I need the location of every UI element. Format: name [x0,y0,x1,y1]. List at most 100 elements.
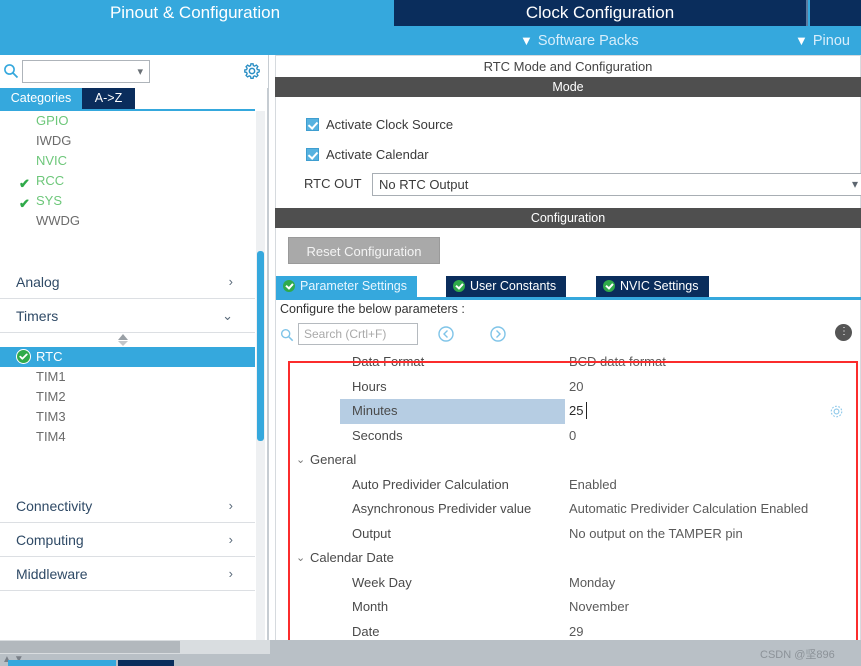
sidebar-view-tabs: Categories A->Z [0,88,268,109]
sidebar-search-combo[interactable]: ▾ [22,60,150,83]
panel-title: RTC Mode and Configuration [275,55,861,77]
chevron-right-icon: › [228,274,233,289]
parameter-value[interactable]: 20 [569,375,583,400]
sidebar-tab-categories[interactable]: Categories [0,88,82,109]
sidebar-item-sys[interactable]: ✔ SYS [0,191,255,211]
table-row[interactable]: Month November [280,595,858,620]
gear-icon[interactable] [243,62,261,80]
reset-configuration-label: Reset Configuration [306,244,422,259]
sidebar-item-tim2-label: TIM2 [36,389,66,404]
parameter-value[interactable]: No output on the TAMPER pin [569,522,743,547]
parameter-name: Hours [352,378,387,394]
sidebar-item-wwdg[interactable]: WWDG [0,211,255,231]
list-scroll-up-indicator[interactable] [0,333,255,347]
parameter-group-calendar-date[interactable]: ⌄ Calendar Date [280,546,858,571]
tab-pinout-configuration[interactable]: Pinout & Configuration [0,0,390,26]
activate-clock-source-label: Activate Clock Source [326,117,454,132]
parameter-search-placeholder: Search (Crtl+F) [304,327,387,341]
tab-clock-configuration[interactable]: Clock Configuration [394,0,806,26]
parameter-search-input[interactable]: Search (Crtl+F) [298,323,418,345]
table-row[interactable]: Hours 20 [280,375,858,400]
table-row-selected[interactable]: Minutes 25 [280,399,858,424]
main-tab-strip: Pinout & Configuration Clock Configurati… [0,0,861,26]
tab-parameter-settings[interactable]: Parameter Settings [276,276,417,297]
software-packs-label: Software Packs [537,33,639,49]
parameter-group-general[interactable]: ⌄ General [280,448,858,473]
sidebar-group-analog[interactable]: Analog › [0,265,255,299]
sidebar-item-wwdg-label: WWDG [36,213,81,228]
sidebar-item-sys-label: SYS [36,193,63,208]
sidebar-group-timers[interactable]: Timers ⌄ [0,299,255,333]
sidebar-item-nvic[interactable]: NVIC [0,151,255,171]
table-row[interactable]: Auto Predivider Calculation Enabled [280,473,858,498]
caret-down-icon [118,341,128,346]
chevron-right-icon: › [228,498,233,513]
check-circle-icon [603,280,615,292]
tab-nvic-settings[interactable]: NVIC Settings [596,276,709,297]
sidebar-item-rcc[interactable]: ✔ RCC [0,171,255,191]
sidebar-item-iwdg-label: IWDG [36,133,72,148]
table-row[interactable]: Output No output on the TAMPER pin [280,522,858,547]
software-packs-menu[interactable]: ▼ Software Packs [520,26,639,55]
table-row[interactable]: Asynchronous Predivider value Automatic … [280,497,858,522]
sidebar-item-gpio[interactable]: GPIO [0,111,255,131]
sidebar-group-computing-label: Computing [16,532,84,548]
parameter-value-editing[interactable]: 25 [569,399,589,424]
parameter-group-label: General [310,452,357,467]
chevron-down-icon: ⌄ [296,454,306,466]
panel-title-label: RTC Mode and Configuration [483,59,653,74]
check-circle-icon [283,280,295,292]
configuration-tab-strip: Parameter Settings User Constants NVIC S… [276,276,861,297]
horizontal-scrollbar-thumb[interactable] [0,641,180,653]
sidebar-group-computing[interactable]: Computing › [0,523,255,557]
sidebar-item-rtc[interactable]: RTC [0,347,255,367]
parameter-value[interactable]: Automatic Predivider Calculation Enabled [569,497,808,522]
sidebar-tab-a-to-z[interactable]: A->Z [82,88,135,109]
parameter-value[interactable]: 0 [569,424,576,449]
parameter-value[interactable]: BCD data format [569,350,666,375]
tab-nvic-settings-label: NVIC Settings [620,279,699,293]
sidebar-group-analog-label: Analog [16,274,60,290]
sidebar-item-tim4-label: TIM4 [36,429,66,444]
parameter-value[interactable]: November [569,595,629,620]
reset-configuration-button[interactable]: Reset Configuration [288,237,440,264]
sidebar-item-tim4[interactable]: TIM4 [0,427,255,447]
horizontal-scrollbar[interactable] [0,640,270,654]
rtc-out-select[interactable]: No RTC Output ▾ [372,173,861,196]
tab-extra[interactable] [810,0,861,26]
watermark-label: CSDN @坚896 [760,649,835,661]
sidebar-item-nvic-label: NVIC [36,153,68,168]
configuration-section-header: Configuration [275,208,861,228]
search-icon [3,63,19,79]
rtc-configuration-panel: RTC Mode and Configuration Mode Activate… [269,55,861,666]
chevron-right-icon: › [228,566,233,581]
mode-section-header: Mode [275,77,861,97]
bottom-tab-secondary[interactable] [118,660,174,666]
sidebar-vertical-scrollbar[interactable] [256,111,265,666]
sidebar-group-connectivity[interactable]: Connectivity › [0,489,255,523]
nav-back-icon[interactable] [438,326,454,342]
sidebar-item-tim3[interactable]: TIM3 [0,407,255,427]
gear-icon[interactable] [829,403,844,418]
sidebar-group-middleware[interactable]: Middleware › [0,557,255,591]
sidebar-item-tim2[interactable]: TIM2 [0,387,255,407]
table-row[interactable]: Data Format BCD data format [280,350,858,375]
parameter-group-label: Calendar Date [310,550,394,565]
activate-clock-source-checkbox[interactable]: Activate Clock Source [306,115,453,135]
parameter-value[interactable]: Monday [569,571,615,596]
chevron-down-icon: ⌄ [296,552,306,564]
table-row[interactable]: Week Day Monday [280,571,858,596]
more-options-icon[interactable]: ⋮ [835,324,852,341]
parameter-value[interactable]: Enabled [569,473,617,498]
sidebar-item-tim1[interactable]: TIM1 [0,367,255,387]
pinout-menu[interactable]: ▼ Pinou [795,26,850,55]
sidebar-item-iwdg[interactable]: IWDG [0,131,255,151]
banner-sub-row: ▼ Software Packs ▼ Pinou [0,26,861,55]
bottom-tab-primary[interactable] [8,660,116,666]
table-row[interactable]: Seconds 0 [280,424,858,449]
sidebar-scrollbar-thumb[interactable] [257,251,264,441]
nav-forward-icon[interactable] [490,326,506,342]
tab-user-constants[interactable]: User Constants [446,276,567,297]
mode-section-body: Activate Clock Source Activate Calendar … [275,97,861,208]
activate-calendar-checkbox[interactable]: Activate Calendar [306,145,429,165]
